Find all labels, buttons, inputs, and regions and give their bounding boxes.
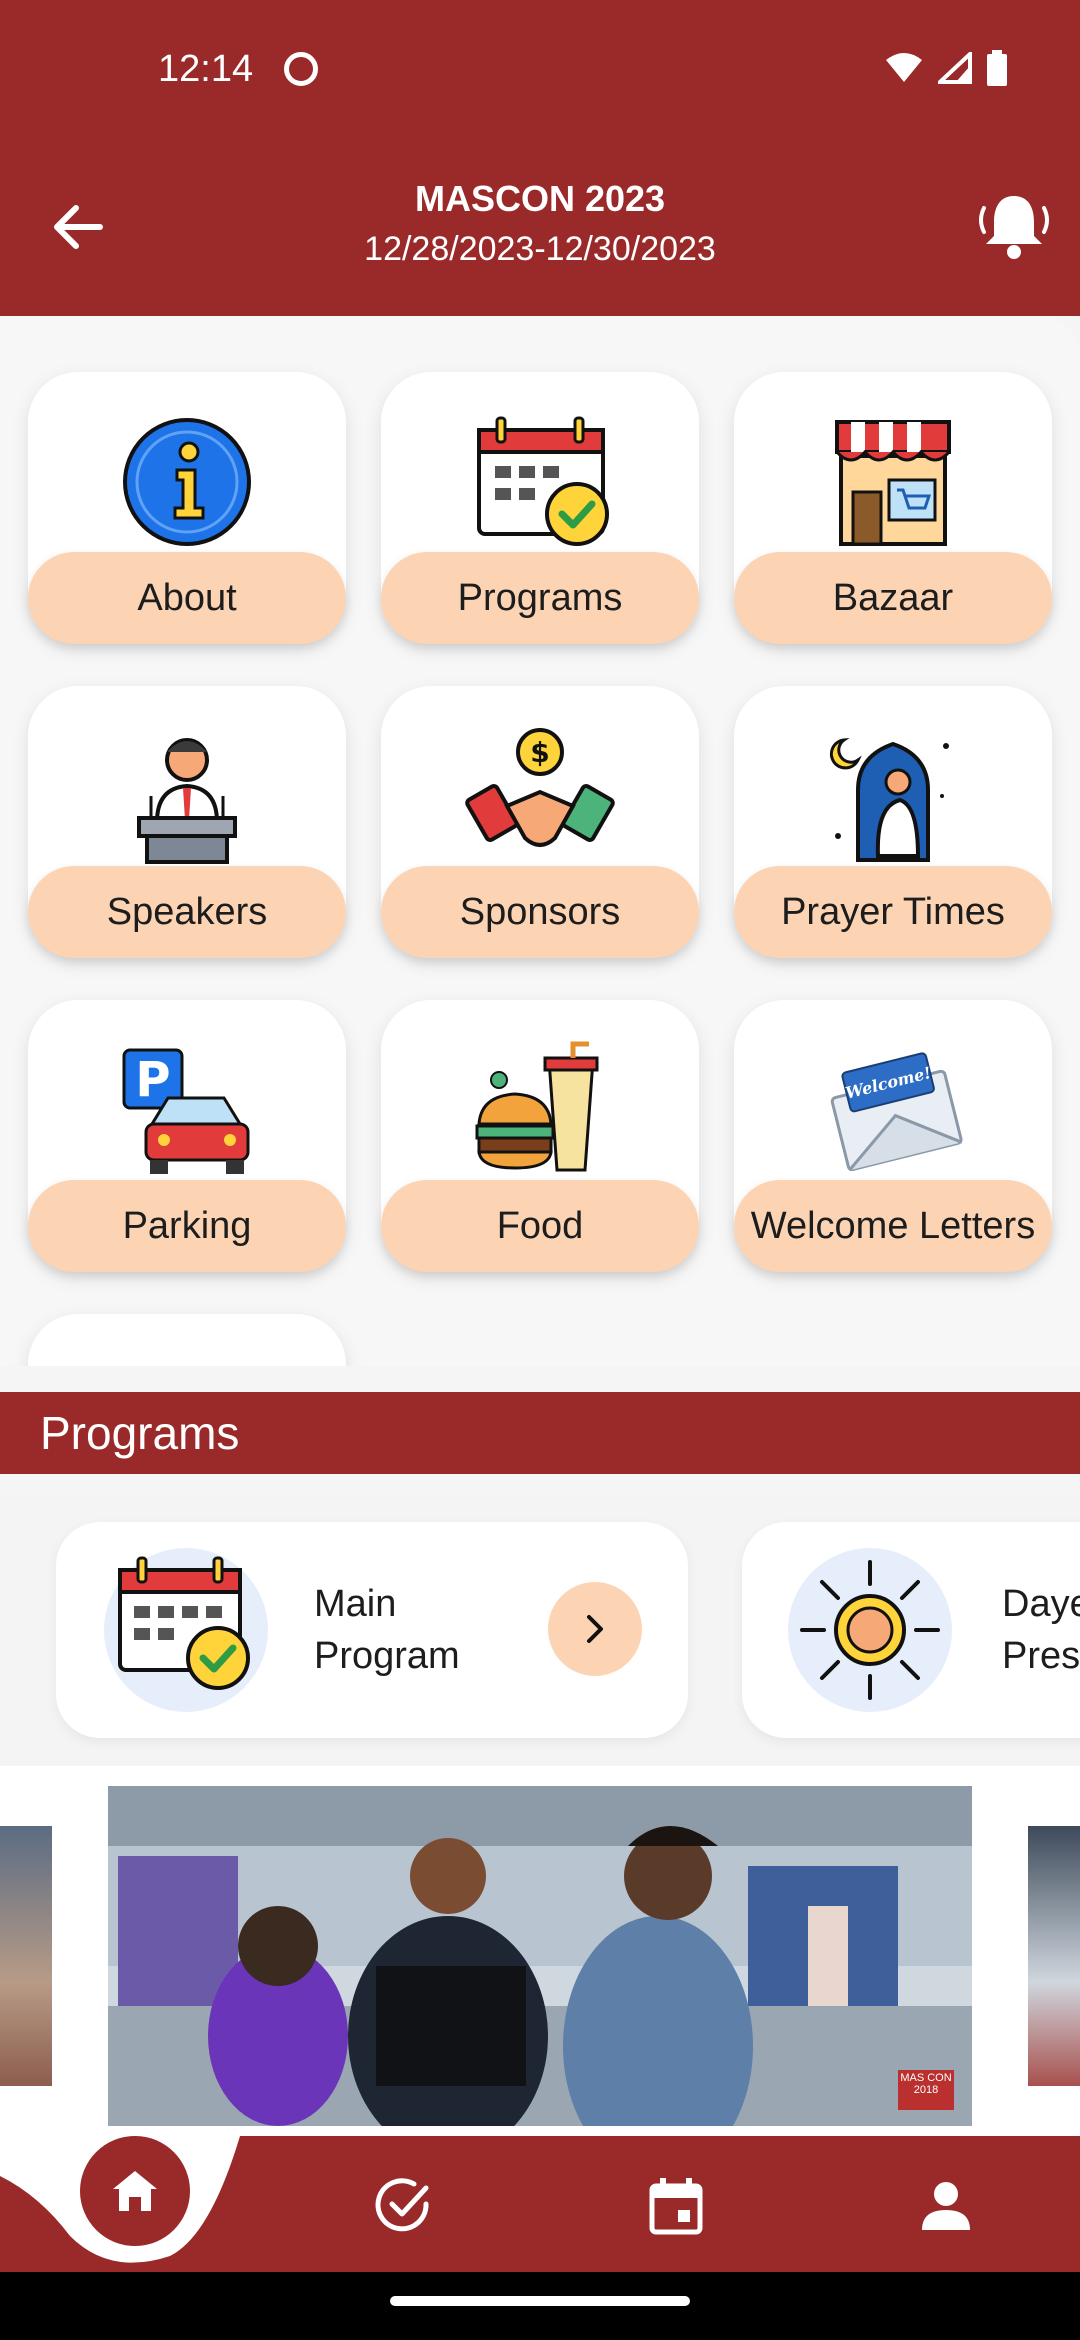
bell-ring-icon [979,196,1049,259]
tile-hotel[interactable] [28,1314,346,1366]
status-icons [884,50,1008,86]
bottom-nav [0,2136,1080,2272]
tile-label: Prayer Times [734,866,1052,958]
tile-welcome-letters[interactable]: Welcome! Welcome Letters [734,1000,1052,1272]
nav-calendar-button[interactable] [644,2174,708,2238]
calendar-icon [649,2178,703,2235]
person-icon [922,2182,970,2230]
tile-label: Programs [381,552,699,644]
tile-parking[interactable]: P Parking [28,1000,346,1272]
section-title: Programs [40,1407,240,1459]
program-name-line1: Daye [1002,1583,1080,1625]
handshake-icon: $ [465,728,615,847]
status-bar: 12:14 [0,0,1080,140]
check-circle-icon [375,2178,429,2232]
programs-section-header: Programs [0,1392,1080,1474]
prayer-icon [829,737,949,862]
program-name-line2: Program [314,1635,460,1677]
sun-icon [800,1560,940,1700]
page-title: MASCON 2023 [414,178,666,219]
calendar-check-icon [477,416,609,546]
svg-text:$: $ [530,736,549,769]
banner-carousel[interactable]: MAS CON 2018 [0,1766,1080,2136]
tile-about[interactable]: About [28,372,346,644]
home-gesture-pill[interactable] [390,2296,690,2306]
program-card-main[interactable]: Main Program [56,1522,688,1738]
envelope-icon: Welcome! [830,1052,963,1172]
tile-label: Food [381,1180,699,1272]
status-time: 12:14 [158,48,254,90]
event-photo [108,1786,972,2126]
tile-speakers[interactable]: Speakers [28,686,346,958]
event-dates: 12/28/2023-12/30/2023 [364,230,716,268]
program-name-line2: Pres [1002,1635,1080,1677]
tile-food[interactable]: Food [381,1000,699,1272]
home-icon [113,2171,157,2211]
tile-label: Sponsors [381,866,699,958]
tile-label: Bazaar [734,552,1052,644]
chevron-right-icon [587,1615,603,1643]
tile-bazaar[interactable]: Bazaar [734,372,1052,644]
banner-next-image[interactable] [1028,1826,1080,2086]
tile-label: Parking [28,1180,346,1272]
wifi-icon [886,53,922,82]
tile-sponsors[interactable]: $ Sponsors [381,686,699,958]
program-card-daycare[interactable]: Daye Pres [742,1522,1080,1738]
parking-icon: P [122,1048,250,1174]
mascon-badge: MAS CON 2018 [898,2070,954,2110]
notification-icon [284,52,318,86]
tile-label: Welcome Letters [734,1180,1052,1272]
calendar-check-icon [118,1556,250,1690]
feature-grid: About Programs Bazaar Speakers $ Sponsor… [0,316,1080,1366]
programs-carousel[interactable]: Main Program Daye Pres [0,1494,1080,1766]
program-name-line1: Main [314,1583,397,1625]
tile-programs[interactable]: Programs [381,372,699,644]
nav-profile-button[interactable] [914,2174,978,2238]
food-icon [475,1041,599,1172]
notifications-button[interactable] [974,186,1054,266]
tile-label: About [28,552,346,644]
shop-icon [835,420,951,546]
hotel-icon [137,1354,237,1366]
system-nav-bar [0,2272,1080,2340]
app-header: MASCON 2023 12/28/2023-12/30/2023 [0,140,1080,316]
banner-prev-image[interactable] [0,1826,52,2086]
banner-image[interactable]: MAS CON 2018 [108,1786,972,2126]
open-program-button[interactable] [548,1582,642,1676]
battery-icon [987,50,1007,86]
tile-label: Speakers [28,866,346,958]
nav-home-button[interactable] [80,2136,190,2246]
speaker-podium-icon [137,738,237,864]
tile-prayer-times[interactable]: Prayer Times [734,686,1052,958]
nav-checklist-button[interactable] [372,2174,436,2238]
cell-signal-icon [938,52,972,84]
info-icon [123,418,251,546]
